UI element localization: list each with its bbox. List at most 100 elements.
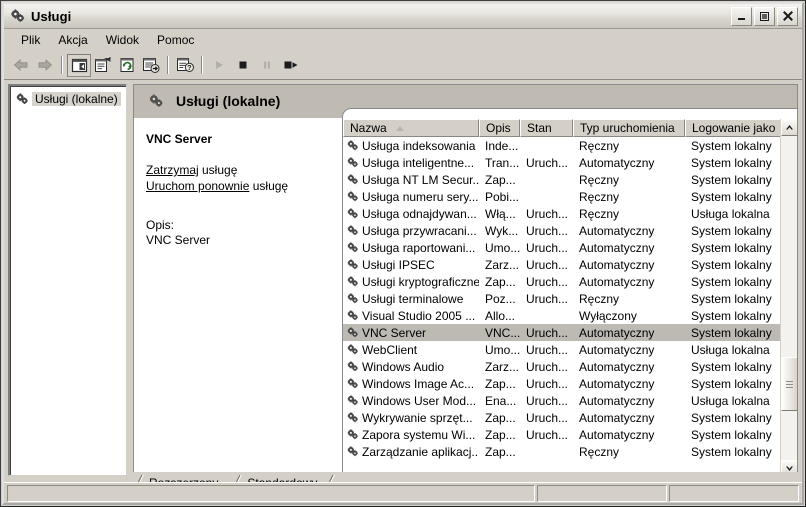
table-row[interactable]: Zarządzanie aplikacj... Zap... Ręczny Syste… xyxy=(343,443,780,460)
service-name-label: Zarządzanie aplikacj... xyxy=(362,444,479,459)
show-hide-tree-icon[interactable] xyxy=(67,53,91,77)
scrollbar-grip-icon xyxy=(786,379,793,390)
restart-icon[interactable] xyxy=(279,54,303,77)
service-gear-icon xyxy=(345,410,361,425)
play-icon[interactable] xyxy=(207,54,231,77)
service-name-label: Wykrywanie sprzęt... xyxy=(362,410,473,425)
table-row[interactable]: Usługa raportowani... Umo... Uruch... Autom… xyxy=(343,239,780,256)
pause-icon[interactable] xyxy=(255,54,279,77)
service-name-label: Windows Image Ac... xyxy=(362,376,475,391)
list-column-header-stan[interactable]: Stan xyxy=(520,119,573,137)
menu-pomoc[interactable]: Pomoc xyxy=(148,31,203,49)
refresh-icon[interactable] xyxy=(115,54,139,77)
table-row[interactable]: Usługi kryptograficzne Zap... Uruch... Auto… xyxy=(343,273,780,290)
status-bar-pane-2 xyxy=(537,484,667,502)
table-row[interactable]: Usługi IPSEC Zarz... Uruch... Automatyczny S… xyxy=(343,256,780,273)
list-header-row: Nazwa Opis Stan Typ uruchomienia Logowanie j… xyxy=(343,119,797,137)
status-cell: Uruch... xyxy=(526,155,569,170)
title-bar[interactable]: Usługi xyxy=(4,4,802,29)
log-on-as-cell: System lokalny xyxy=(691,325,772,340)
console-tree-inner: Usługi (lokalne) xyxy=(10,86,126,475)
table-row[interactable]: Windows Image Ac... Zap... Uruch... Automat… xyxy=(343,375,780,392)
table-row[interactable]: Usługa odnajdywan... Włą... Uruch... Ręczny… xyxy=(343,205,780,222)
maximize-button[interactable] xyxy=(754,6,775,26)
table-row[interactable]: Zapora systemu Wi... Zap... Uruch... Automa… xyxy=(343,426,780,443)
status-cell: Uruch... xyxy=(526,274,569,289)
startup-type-cell: Ręczny xyxy=(579,206,620,221)
stop-service-row: Zatrzymaj usługę xyxy=(146,162,327,178)
properties-icon[interactable] xyxy=(91,54,115,77)
table-row[interactable]: Windows Audio Zarz... Uruch... Automatyczny… xyxy=(343,358,780,375)
service-name-cell: Visual Studio 2005 ... xyxy=(343,308,479,323)
stop-service-link[interactable]: Zatrzymaj xyxy=(146,163,199,177)
status-cell: Uruch... xyxy=(526,393,569,408)
services-list-view: Nazwa Opis Stan Typ uruchomienia Logowanie j… xyxy=(342,108,797,475)
service-name-label: Usługa NT LM Secur... xyxy=(362,172,479,187)
startup-type-cell: Ręczny xyxy=(579,444,620,459)
restart-service-link[interactable]: Uruchom ponownie xyxy=(146,179,249,193)
help-icon[interactable]: ? xyxy=(173,54,197,77)
services-gears-icon xyxy=(147,92,165,110)
service-gear-icon xyxy=(345,155,361,170)
startup-type-cell: Ręczny xyxy=(579,138,620,153)
service-name-cell: Wykrywanie sprzęt... xyxy=(343,410,479,425)
description-cell: Tran... xyxy=(485,155,520,170)
table-row[interactable]: Usługa inteligentne... Tran... Uruch... Aut… xyxy=(343,154,780,171)
table-row[interactable]: Usługa numeru sery... Pobi... Ręczny System… xyxy=(343,188,780,205)
list-column-header-opis[interactable]: Opis xyxy=(479,119,520,137)
log-on-as-cell: System lokalny xyxy=(691,291,772,306)
export-list-icon[interactable] xyxy=(139,54,163,77)
list-column-header-nazwa[interactable]: Nazwa xyxy=(343,119,479,137)
scrollbar-track[interactable] xyxy=(781,136,797,460)
minimize-button[interactable] xyxy=(731,6,752,26)
description-cell: Zap... xyxy=(485,376,516,391)
table-row[interactable]: VNC Server VNC... Uruch... Automatyczny Syst… xyxy=(343,324,780,341)
startup-type-cell: Automatyczny xyxy=(579,393,655,408)
status-cell: Uruch... xyxy=(526,325,569,340)
toolbar-separator-3 xyxy=(201,56,203,74)
menu-akcja[interactable]: Akcja xyxy=(49,31,96,49)
console-tree-pane: Usługi (lokalne) xyxy=(8,84,127,476)
scroll-up-icon[interactable] xyxy=(781,119,797,136)
table-row[interactable]: Usługi terminalowe Poz... Uruch... Ręczny Sy… xyxy=(343,290,780,307)
forward-arrow-icon[interactable] xyxy=(33,54,57,77)
service-gear-icon xyxy=(345,257,361,272)
list-column-header-typ-uruchomienia[interactable]: Typ uruchomienia xyxy=(573,119,685,137)
service-name-cell: Zapora systemu Wi... xyxy=(343,427,479,442)
column-header-label: Logowanie jako xyxy=(692,121,776,135)
service-name-cell: Windows Audio xyxy=(343,359,479,374)
vertical-scrollbar[interactable] xyxy=(780,119,797,475)
service-name-cell: Windows User Mod... xyxy=(343,393,479,408)
table-row[interactable]: Usługa indeksowania Inde... Ręczny System l… xyxy=(343,137,780,154)
service-name-cell: Usługa odnajdywan... xyxy=(343,206,479,221)
close-button[interactable] xyxy=(777,6,798,26)
tree-node-services-local[interactable]: Usługi (lokalne) xyxy=(14,90,121,107)
description-cell: Zap... xyxy=(485,427,516,442)
status-cell: Uruch... xyxy=(526,206,569,221)
table-row[interactable]: Wykrywanie sprzęt... Zap... Uruch... Automa… xyxy=(343,409,780,426)
service-name-label: VNC Server xyxy=(362,325,427,340)
scrollbar-thumb[interactable] xyxy=(781,357,797,411)
table-row[interactable]: WebClient Umo... Uruch... Automatyczny Usług… xyxy=(343,341,780,358)
service-name-label: Usługa przywracani... xyxy=(362,223,477,238)
table-row[interactable]: Usługa NT LM Secur... Zap... Ręczny System … xyxy=(343,171,780,188)
stop-icon[interactable] xyxy=(231,54,255,77)
log-on-as-cell: Usługa lokalna xyxy=(691,342,770,357)
description-cell: Pobi... xyxy=(485,189,520,204)
table-row[interactable]: Visual Studio 2005 ... Allo... Wyłączony Sy… xyxy=(343,307,780,324)
services-window: Usługi Plik Akcja Widok Pomoc ? Usługi (… xyxy=(0,0,806,507)
startup-type-cell: Automatyczny xyxy=(579,223,655,238)
service-name-cell: Usługa NT LM Secur... xyxy=(343,172,479,187)
window-controls xyxy=(731,6,798,26)
log-on-as-cell: System lokalny xyxy=(691,410,772,425)
menu-widok[interactable]: Widok xyxy=(97,31,148,49)
log-on-as-cell: System lokalny xyxy=(691,138,772,153)
menu-plik[interactable]: Plik xyxy=(12,31,49,49)
back-arrow-icon[interactable] xyxy=(9,54,33,77)
description-cell: Umo... xyxy=(485,240,520,255)
startup-type-cell: Automatyczny xyxy=(579,257,655,272)
table-row[interactable]: Windows User Mod... Ena... Uruch... Automat… xyxy=(343,392,780,409)
table-row[interactable]: Usługa przywracani... Wyk... Uruch... Autom… xyxy=(343,222,780,239)
stop-service-suffix: usługę xyxy=(198,163,238,177)
log-on-as-cell: System lokalny xyxy=(691,376,772,391)
